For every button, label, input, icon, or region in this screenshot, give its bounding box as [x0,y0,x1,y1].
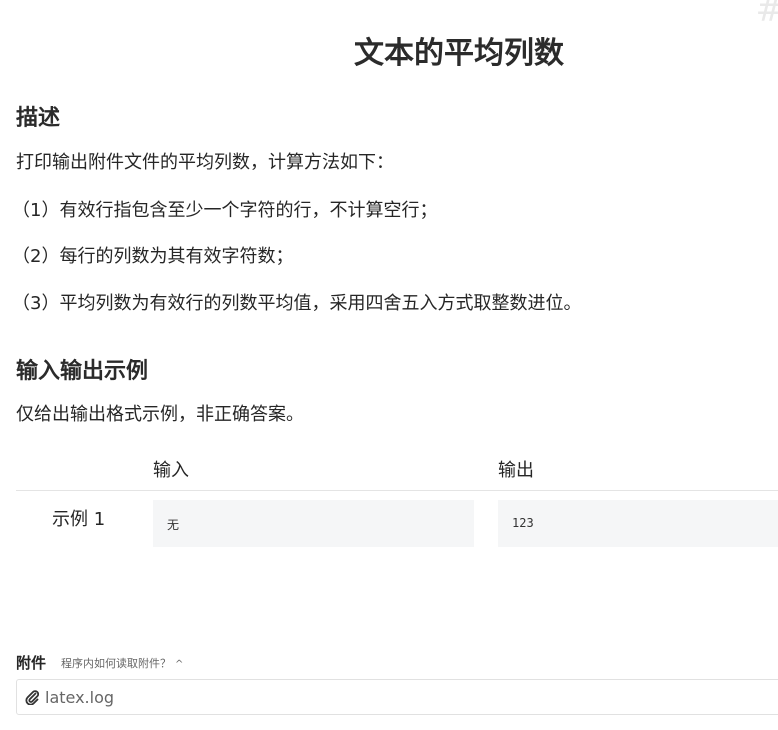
attachment-file-item[interactable]: latex.log [16,679,778,715]
paperclip-icon [25,689,40,709]
column-header-output: 输出 [498,460,534,481]
chevron-up-icon: ^ [175,659,184,670]
example-output-cell: 123 [498,500,778,547]
hash-icon: # [756,0,778,30]
example-row-label: 示例 1 [52,509,106,530]
page-title: 文本的平均列数 [354,36,564,71]
attachment-help-text: 程序内如何读取附件？ [61,657,171,670]
examples-heading: 输入输出示例 [16,359,149,384]
description-item-1: （1）有效行指包含至少一个字符的行，不计算空行； [12,200,438,221]
examples-note: 仅给出输出格式示例，非正确答案。 [16,404,304,425]
attachment-file-name[interactable]: latex.log [45,688,114,707]
attachment-help-link[interactable]: 程序内如何读取附件？ ^ [61,655,183,671]
table-divider [16,490,778,491]
description-heading: 描述 [16,106,61,131]
description-item-2: （2）每行的列数为其有效字符数； [12,246,294,267]
description-intro: 打印输出附件文件的平均列数，计算方法如下： [16,152,394,173]
description-item-3: （3）平均列数为有效行的列数平均值，采用四舍五入方式取整数进位。 [12,293,582,314]
attachment-label: 附件 [16,654,47,672]
example-input-cell: 无 [153,500,474,547]
column-header-input: 输入 [153,460,189,481]
